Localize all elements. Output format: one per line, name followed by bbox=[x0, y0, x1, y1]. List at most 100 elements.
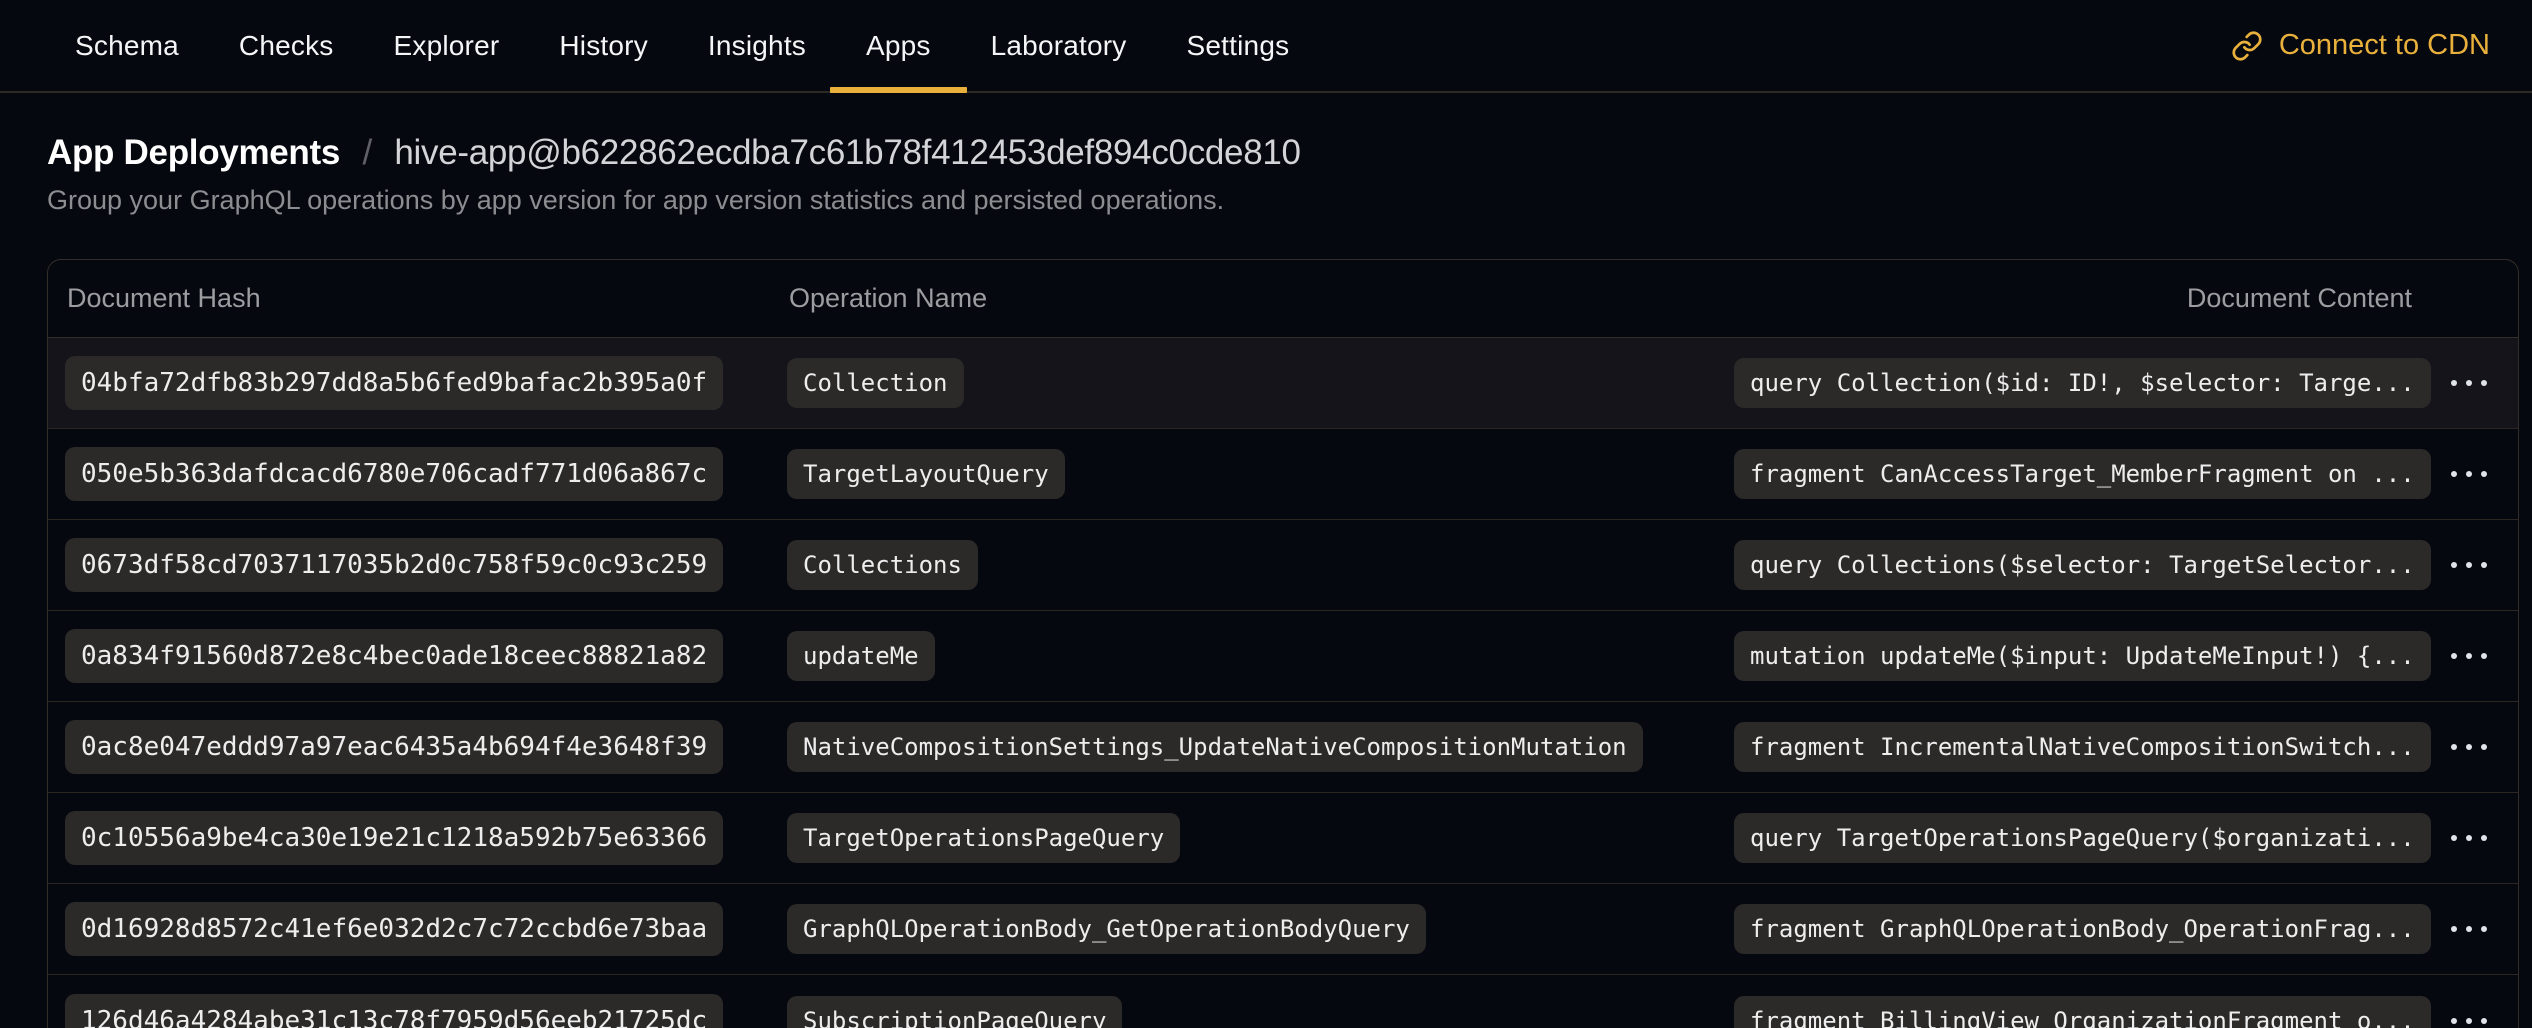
document-hash-cell: 04bfa72dfb83b297dd8a5b6fed9bafac2b395a0f bbox=[48, 356, 787, 410]
row-menu-button[interactable] bbox=[2431, 449, 2508, 499]
column-header-document-hash: Document Hash bbox=[48, 283, 787, 314]
document-content-chip: query Collections($selector: TargetSelec… bbox=[1734, 540, 2431, 590]
table-row[interactable]: 050e5b363dafdcacd6780e706cadf771d06a867c… bbox=[48, 429, 2518, 520]
document-content-chip: query TargetOperationsPageQuery($organiz… bbox=[1734, 813, 2431, 863]
row-menu-button[interactable] bbox=[2431, 996, 2508, 1028]
operation-name-chip: SubscriptionPageQuery bbox=[787, 996, 1122, 1028]
operation-name-chip: Collections bbox=[787, 540, 978, 590]
nav-tabs: SchemaChecksExplorerHistoryInsightsAppsL… bbox=[49, 0, 1315, 91]
connect-to-cdn-label: Connect to CDN bbox=[2279, 29, 2490, 62]
table-row[interactable]: 0673df58cd7037117035b2d0c758f59c0c93c259… bbox=[48, 520, 2518, 611]
nav-tab-schema[interactable]: Schema bbox=[49, 0, 205, 91]
table-row[interactable]: 0ac8e047eddd97a97eac6435a4b694f4e3648f39… bbox=[48, 702, 2518, 793]
top-nav: SchemaChecksExplorerHistoryInsightsAppsL… bbox=[0, 0, 2532, 93]
document-content-cell: query Collection($id: ID!, $selector: Ta… bbox=[1734, 358, 2518, 408]
operation-name-cell: TargetLayoutQuery bbox=[787, 449, 1734, 499]
document-content-chip: fragment IncrementalNativeCompositionSwi… bbox=[1734, 722, 2431, 772]
page-subtitle: Group your GraphQL operations by app ver… bbox=[47, 183, 2519, 217]
ellipsis-icon bbox=[2481, 1018, 2487, 1024]
nav-tab-settings[interactable]: Settings bbox=[1161, 0, 1316, 91]
link-icon bbox=[2231, 30, 2263, 62]
nav-tab-explorer[interactable]: Explorer bbox=[368, 0, 526, 91]
document-content-cell: fragment CanAccessTarget_MemberFragment … bbox=[1734, 449, 2518, 499]
main-content: App Deployments / hive-app@b622862ecdba7… bbox=[0, 93, 2532, 1028]
nav-tab-history[interactable]: History bbox=[533, 0, 674, 91]
ellipsis-icon bbox=[2481, 835, 2487, 841]
document-hash-cell: 0d16928d8572c41ef6e032d2c7c72ccbd6e73baa bbox=[48, 902, 787, 956]
page-title: App Deployments / hive-app@b622862ecdba7… bbox=[47, 131, 2519, 175]
row-menu-button[interactable] bbox=[2431, 358, 2508, 408]
document-hash-cell: 0ac8e047eddd97a97eac6435a4b694f4e3648f39 bbox=[48, 720, 787, 774]
ellipsis-icon bbox=[2466, 926, 2472, 932]
ellipsis-icon bbox=[2466, 744, 2472, 750]
ellipsis-icon bbox=[2451, 744, 2457, 750]
document-content-chip: mutation updateMe($input: UpdateMeInput!… bbox=[1734, 631, 2431, 681]
document-content-cell: query TargetOperationsPageQuery($organiz… bbox=[1734, 813, 2518, 863]
row-menu-button[interactable] bbox=[2431, 722, 2508, 772]
nav-tab-checks[interactable]: Checks bbox=[213, 0, 360, 91]
ellipsis-icon bbox=[2481, 380, 2487, 386]
nav-tab-laboratory[interactable]: Laboratory bbox=[965, 0, 1153, 91]
nav-tab-apps[interactable]: Apps bbox=[840, 0, 957, 91]
table-row[interactable]: 0d16928d8572c41ef6e032d2c7c72ccbd6e73baa… bbox=[48, 884, 2518, 975]
nav-tab-insights[interactable]: Insights bbox=[682, 0, 832, 91]
operation-name-chip: TargetOperationsPageQuery bbox=[787, 813, 1180, 863]
column-header-operation-name: Operation Name bbox=[787, 283, 1734, 314]
table-row[interactable]: 04bfa72dfb83b297dd8a5b6fed9bafac2b395a0f… bbox=[48, 338, 2518, 429]
document-hash-chip: 0d16928d8572c41ef6e032d2c7c72ccbd6e73baa bbox=[65, 902, 723, 956]
document-content-chip: fragment CanAccessTarget_MemberFragment … bbox=[1734, 449, 2431, 499]
operation-name-cell: Collections bbox=[787, 540, 1734, 590]
document-hash-cell: 050e5b363dafdcacd6780e706cadf771d06a867c bbox=[48, 447, 787, 501]
ellipsis-icon bbox=[2451, 1018, 2457, 1024]
ellipsis-icon bbox=[2466, 380, 2472, 386]
ellipsis-icon bbox=[2451, 471, 2457, 477]
column-header-document-content: Document Content bbox=[1734, 283, 2518, 314]
operation-name-cell: updateMe bbox=[787, 631, 1734, 681]
table-row[interactable]: 0c10556a9be4ca30e19e21c1218a592b75e63366… bbox=[48, 793, 2518, 884]
row-menu-button[interactable] bbox=[2431, 540, 2508, 590]
breadcrumb-separator: / bbox=[362, 133, 371, 172]
row-menu-button[interactable] bbox=[2431, 631, 2508, 681]
operation-name-chip: updateMe bbox=[787, 631, 935, 681]
breadcrumb-section[interactable]: App Deployments bbox=[47, 133, 340, 172]
operation-name-cell: Collection bbox=[787, 358, 1734, 408]
ellipsis-icon bbox=[2466, 1018, 2472, 1024]
ellipsis-icon bbox=[2481, 562, 2487, 568]
ellipsis-icon bbox=[2451, 380, 2457, 386]
document-hash-chip: 050e5b363dafdcacd6780e706cadf771d06a867c bbox=[65, 447, 723, 501]
ellipsis-icon bbox=[2481, 471, 2487, 477]
document-content-cell: fragment IncrementalNativeCompositionSwi… bbox=[1734, 722, 2518, 772]
ellipsis-icon bbox=[2466, 653, 2472, 659]
document-hash-cell: 0a834f91560d872e8c4bec0ade18ceec88821a82 bbox=[48, 629, 787, 683]
row-menu-button[interactable] bbox=[2431, 904, 2508, 954]
operation-name-cell: NativeCompositionSettings_UpdateNativeCo… bbox=[787, 722, 1734, 772]
table-row[interactable]: 0a834f91560d872e8c4bec0ade18ceec88821a82… bbox=[48, 611, 2518, 702]
ellipsis-icon bbox=[2451, 835, 2457, 841]
ellipsis-icon bbox=[2451, 562, 2457, 568]
operation-name-chip: Collection bbox=[787, 358, 964, 408]
table-header-row: Document Hash Operation Name Document Co… bbox=[48, 260, 2518, 338]
operation-name-chip: NativeCompositionSettings_UpdateNativeCo… bbox=[787, 722, 1643, 772]
table-row[interactable]: 126d46a4284abe31c13c78f7959d56eeb21725dc… bbox=[48, 975, 2518, 1028]
deployments-table: Document Hash Operation Name Document Co… bbox=[47, 259, 2519, 1028]
ellipsis-icon bbox=[2451, 653, 2457, 659]
document-content-cell: fragment GraphQLOperationBody_OperationF… bbox=[1734, 904, 2518, 954]
table-body: 04bfa72dfb83b297dd8a5b6fed9bafac2b395a0f… bbox=[48, 338, 2518, 1028]
document-content-chip: fragment GraphQLOperationBody_OperationF… bbox=[1734, 904, 2431, 954]
ellipsis-icon bbox=[2481, 653, 2487, 659]
operation-name-cell: SubscriptionPageQuery bbox=[787, 996, 1734, 1028]
connect-to-cdn-link[interactable]: Connect to CDN bbox=[2231, 29, 2490, 62]
operation-name-chip: TargetLayoutQuery bbox=[787, 449, 1065, 499]
document-content-chip: fragment BillingView_OrganizationFragmen… bbox=[1734, 996, 2431, 1028]
document-hash-chip: 126d46a4284abe31c13c78f7959d56eeb21725dc bbox=[65, 994, 723, 1028]
document-content-cell: query Collections($selector: TargetSelec… bbox=[1734, 540, 2518, 590]
document-hash-cell: 0c10556a9be4ca30e19e21c1218a592b75e63366 bbox=[48, 811, 787, 865]
operation-name-cell: TargetOperationsPageQuery bbox=[787, 813, 1734, 863]
document-hash-chip: 0a834f91560d872e8c4bec0ade18ceec88821a82 bbox=[65, 629, 723, 683]
ellipsis-icon bbox=[2466, 471, 2472, 477]
row-menu-button[interactable] bbox=[2431, 813, 2508, 863]
document-hash-chip: 0c10556a9be4ca30e19e21c1218a592b75e63366 bbox=[65, 811, 723, 865]
ellipsis-icon bbox=[2481, 926, 2487, 932]
ellipsis-icon bbox=[2481, 744, 2487, 750]
document-hash-chip: 0ac8e047eddd97a97eac6435a4b694f4e3648f39 bbox=[65, 720, 723, 774]
